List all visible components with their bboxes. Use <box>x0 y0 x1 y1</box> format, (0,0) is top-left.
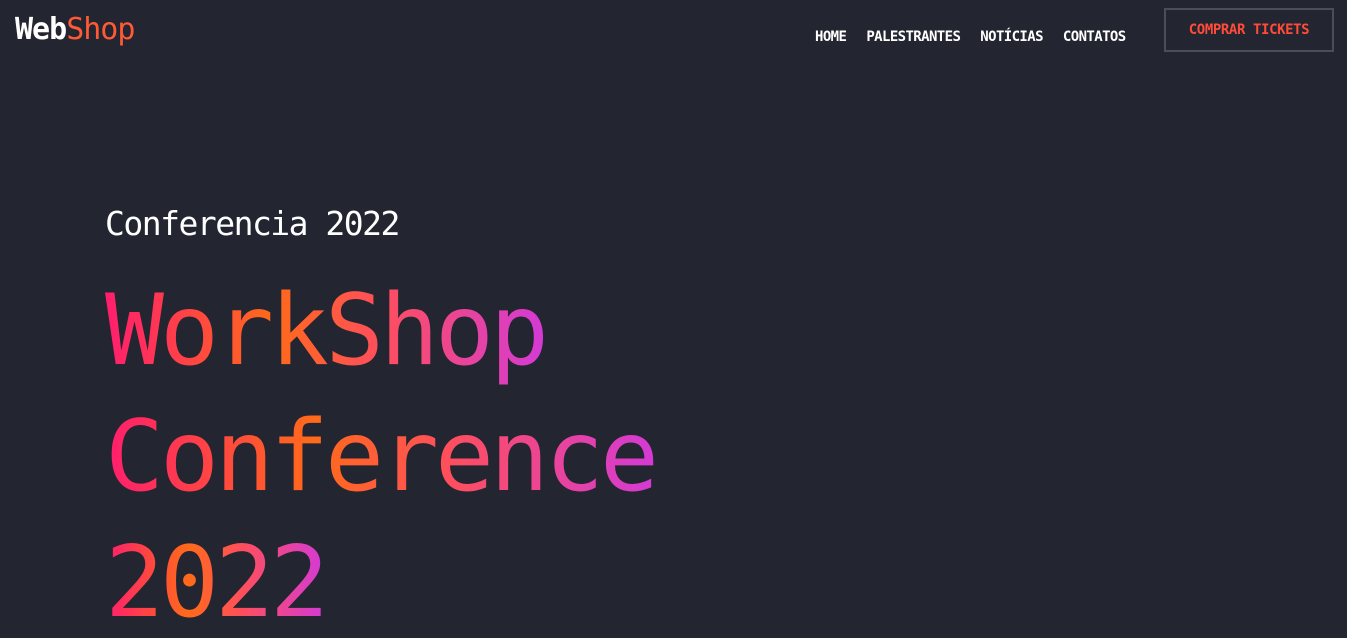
headline-line-1: WorkShop <box>105 268 549 394</box>
nav-noticias[interactable]: NOTÍCIAS <box>980 27 1043 47</box>
logo-web: Web <box>15 12 67 47</box>
logo[interactable]: WebShop <box>15 10 135 50</box>
nav-palestrantes[interactable]: PALESTRANTES <box>866 27 961 47</box>
nav-home[interactable]: HOME <box>815 27 847 47</box>
headline-line-3: 2022 <box>105 520 329 638</box>
headline-line-2: Conference <box>105 394 659 520</box>
nav-contatos[interactable]: CONTATOS <box>1063 27 1126 47</box>
main-nav: HOME PALESTRANTES NOTÍCIAS CONTATOS <box>815 27 1126 47</box>
hero-headline: WorkShop Conference 2022 <box>105 268 659 638</box>
logo-shop: Shop <box>66 12 135 47</box>
hero-subtitle: Conferencia 2022 <box>105 204 400 243</box>
buy-tickets-button[interactable]: COMPRAR TICKETS <box>1164 8 1334 52</box>
